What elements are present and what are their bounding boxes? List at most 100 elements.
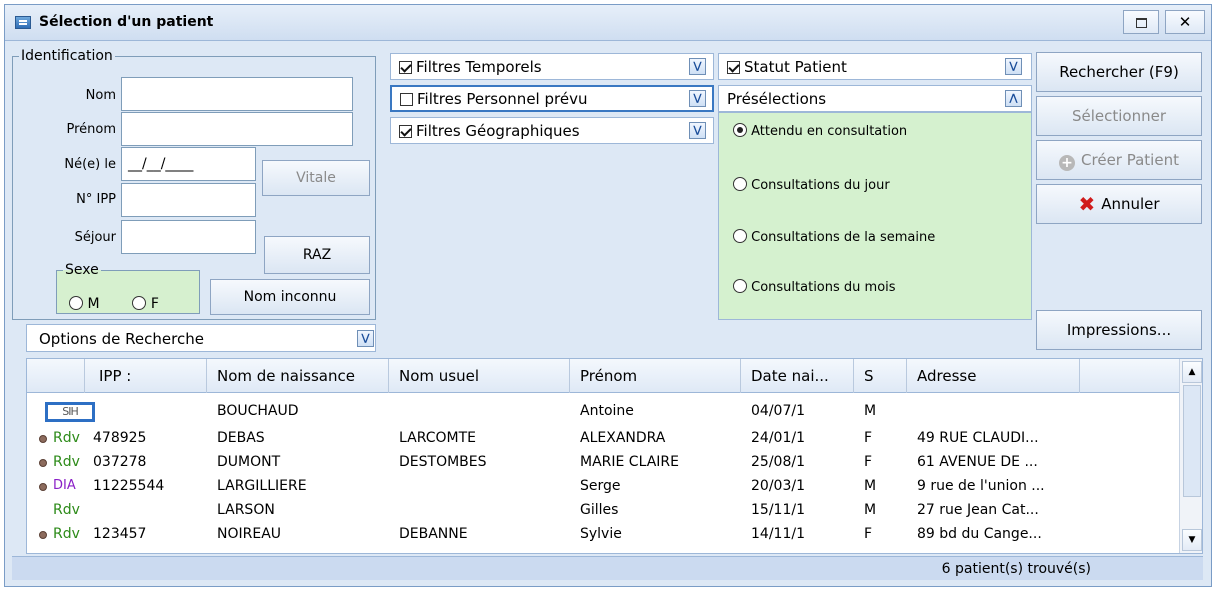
- sexe-legend: Sexe: [65, 262, 99, 278]
- table-row[interactable]: Rdv 478925 DEBAS LARCOMTE ALEXANDRA 24/0…: [27, 427, 1179, 450]
- impressions-button[interactable]: Impressions...: [1036, 310, 1202, 350]
- nom-inconnu-button[interactable]: Nom inconnu: [210, 279, 370, 315]
- column-header-adresse[interactable]: Adresse: [907, 359, 1080, 393]
- window-title: Sélection d'un patient: [39, 14, 214, 30]
- preselection-item[interactable]: Consultations du jour: [733, 177, 890, 193]
- cell-date: 04/07/1: [751, 403, 805, 419]
- cell-sexe: M: [864, 478, 877, 494]
- cell-ipp: 11225544: [93, 478, 165, 494]
- dia-tag: DIA: [53, 478, 76, 493]
- prenom-input[interactable]: [121, 112, 353, 146]
- statut-patient[interactable]: Statut Patient ⋁: [718, 53, 1032, 80]
- ipp-label: N° IPP: [76, 192, 116, 207]
- chevron-down-icon[interactable]: ⋁: [357, 330, 374, 347]
- filtres-temporels-checkbox[interactable]: [399, 61, 412, 74]
- cell-nom-usuel: DEBANNE: [399, 526, 468, 542]
- cell-adresse: 49 RUE CLAUDI...: [917, 430, 1039, 446]
- column-header-sexe[interactable]: S: [854, 359, 907, 393]
- statut-patient-checkbox[interactable]: [727, 61, 740, 74]
- filtres-geographiques[interactable]: Filtres Géographiques ⋁: [390, 117, 714, 144]
- preselection-radio[interactable]: [733, 279, 747, 293]
- sexe-f-radio[interactable]: [132, 296, 147, 310]
- rechercher-button[interactable]: Rechercher (F9): [1036, 52, 1202, 92]
- preselections-header[interactable]: Présélections ⋀: [718, 85, 1032, 112]
- ipp-input[interactable]: [121, 183, 256, 217]
- status-bar: 6 patient(s) trouvé(s): [12, 556, 1203, 580]
- filtres-geographiques-checkbox[interactable]: [399, 125, 412, 138]
- raz-button[interactable]: RAZ: [264, 236, 370, 274]
- date-naissance-input[interactable]: __/__/____: [121, 147, 256, 181]
- preselection-radio[interactable]: [733, 177, 747, 191]
- cell-nom-naissance: DEBAS: [217, 430, 265, 446]
- chevron-down-icon[interactable]: ⋁: [689, 122, 706, 139]
- table-row[interactable]: Rdv LARSON Gilles 15/11/1 M 27 rue Jean …: [27, 499, 1179, 522]
- sejour-label: Séjour: [74, 230, 116, 245]
- preselection-item[interactable]: Consultations du mois: [733, 279, 896, 295]
- annuler-button[interactable]: ✖ Annuler: [1036, 184, 1202, 224]
- column-header-ipp[interactable]: IPP :: [85, 359, 207, 393]
- status-dot-icon: [39, 435, 47, 443]
- cell-adresse: 27 rue Jean Cat...: [917, 502, 1039, 518]
- filtres-temporels[interactable]: Filtres Temporels ⋁: [390, 53, 714, 80]
- cell-prenom: ALEXANDRA: [580, 430, 666, 446]
- cell-sexe: F: [864, 430, 873, 446]
- app-icon: [15, 16, 31, 29]
- vitale-button[interactable]: Vitale: [262, 160, 370, 196]
- preselection-item[interactable]: Consultations de la semaine: [733, 229, 935, 245]
- column-header-nom-usuel[interactable]: Nom usuel: [389, 359, 570, 393]
- rdv-tag: Rdv: [53, 430, 80, 446]
- filtres-geographiques-label: Filtres Géographiques: [416, 122, 580, 140]
- filtres-personnel[interactable]: Filtres Personnel prévu ⋁: [390, 85, 714, 112]
- cell-sexe: M: [864, 403, 877, 419]
- cell-ipp: 123457: [93, 526, 147, 542]
- sejour-input[interactable]: [121, 220, 256, 254]
- scroll-down-icon[interactable]: ▼: [1182, 529, 1202, 551]
- chevron-down-icon[interactable]: ⋁: [689, 90, 706, 107]
- status-dot-icon: [39, 531, 47, 539]
- cell-ipp: 478925: [93, 430, 147, 446]
- sexe-group: Sexe M F: [56, 262, 200, 314]
- column-header-tag[interactable]: [27, 359, 85, 393]
- filtres-personnel-checkbox[interactable]: [400, 93, 413, 106]
- cell-date: 20/03/1: [751, 478, 805, 494]
- table-row[interactable]: DIA 11225544 LARGILLIERE Serge 20/03/1 M…: [27, 475, 1179, 498]
- preselections-label: Présélections: [727, 90, 827, 108]
- cell-sexe: M: [864, 502, 877, 518]
- scroll-up-icon[interactable]: ▲: [1182, 361, 1202, 383]
- column-header-prenom[interactable]: Prénom: [570, 359, 741, 393]
- cell-prenom: Serge: [580, 478, 621, 494]
- chevron-up-icon[interactable]: ⋀: [1005, 90, 1022, 107]
- creer-patient-button[interactable]: + Créer Patient: [1036, 140, 1202, 180]
- table-row[interactable]: Rdv 123457 NOIREAU DEBANNE Sylvie 14/11/…: [27, 523, 1179, 546]
- column-header-nom-naissance[interactable]: Nom de naissance: [207, 359, 389, 393]
- scroll-thumb[interactable]: [1183, 385, 1201, 497]
- preselection-radio[interactable]: [733, 229, 747, 243]
- column-header-extra[interactable]: [1080, 359, 1179, 393]
- chevron-down-icon[interactable]: ⋁: [1005, 58, 1022, 75]
- table-row[interactable]: Rdv 037278 DUMONT DESTOMBES MARIE CLAIRE…: [27, 451, 1179, 474]
- preselections-panel: Attendu en consultation Consultations du…: [718, 112, 1032, 320]
- nom-input[interactable]: [121, 77, 353, 111]
- cell-date: 25/08/1: [751, 454, 805, 470]
- status-dot-icon: [39, 483, 47, 491]
- sexe-f-label: F: [150, 296, 159, 312]
- vertical-scrollbar[interactable]: ▲ ▼: [1179, 359, 1202, 553]
- cell-nom-naissance: LARGILLIERE: [217, 478, 307, 494]
- filtres-temporels-label: Filtres Temporels: [416, 58, 542, 76]
- column-header-date-naissance[interactable]: Date nai...: [741, 359, 854, 393]
- chevron-down-icon[interactable]: ⋁: [689, 58, 706, 75]
- rdv-tag: Rdv: [53, 454, 80, 470]
- maximize-button[interactable]: [1123, 10, 1159, 34]
- selectionner-button[interactable]: Sélectionner: [1036, 96, 1202, 136]
- cell-prenom: MARIE CLAIRE: [580, 454, 679, 470]
- preselection-radio[interactable]: [733, 123, 747, 137]
- preselection-item[interactable]: Attendu en consultation: [733, 123, 907, 139]
- options-recherche-bar[interactable]: Options de Recherche ⋁: [26, 324, 376, 352]
- close-button[interactable]: ✕: [1165, 10, 1205, 34]
- cell-sexe: F: [864, 526, 873, 542]
- table-row[interactable]: SIH BOUCHAUD Antoine 04/07/1 M: [27, 400, 1179, 423]
- options-recherche-label: Options de Recherche: [39, 330, 204, 348]
- table-header: IPP : Nom de naissance Nom usuel Prénom …: [27, 359, 1179, 393]
- sexe-m-radio[interactable]: [69, 296, 83, 310]
- maximize-icon: [1135, 17, 1147, 28]
